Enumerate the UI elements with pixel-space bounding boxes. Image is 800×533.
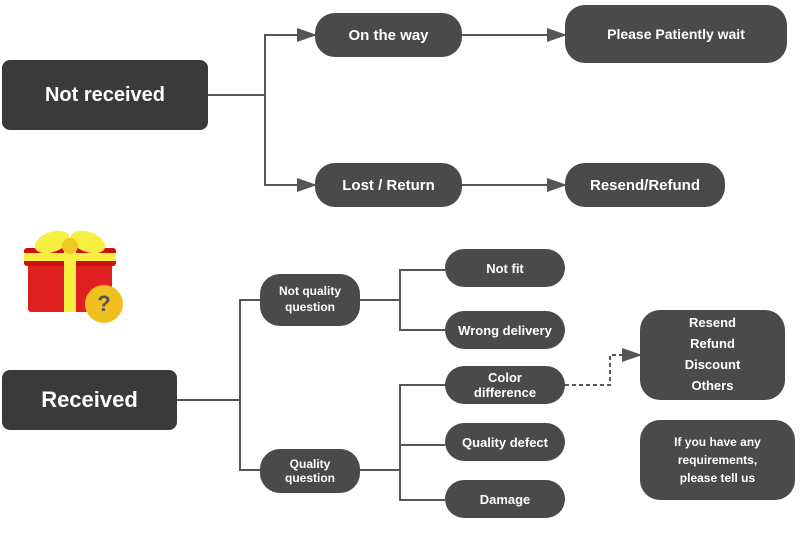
flowchart-diagram: Not received On the way Please Patiently… [0, 0, 800, 533]
not-fit-node: Not fit [445, 249, 565, 287]
damage-node: Damage [445, 480, 565, 518]
please-wait-node: Please Patiently wait [565, 5, 787, 63]
not-quality-question-node: Not quality question [260, 274, 360, 326]
color-difference-node: Color difference [445, 366, 565, 404]
resend-options-node: Resend Refund Discount Others [640, 310, 785, 400]
quality-question-node: Quality question [260, 449, 360, 493]
wrong-delivery-node: Wrong delivery [445, 311, 565, 349]
resend-refund-node: Resend/Refund [565, 163, 725, 207]
on-the-way-node: On the way [315, 13, 462, 57]
if-requirements-node: If you have any requirements, please tel… [640, 420, 795, 500]
question-icon: ? [85, 285, 123, 323]
lost-return-node: Lost / Return [315, 163, 462, 207]
received-node: Received [2, 370, 177, 430]
not-received-node: Not received [2, 60, 208, 130]
quality-defect-node: Quality defect [445, 423, 565, 461]
